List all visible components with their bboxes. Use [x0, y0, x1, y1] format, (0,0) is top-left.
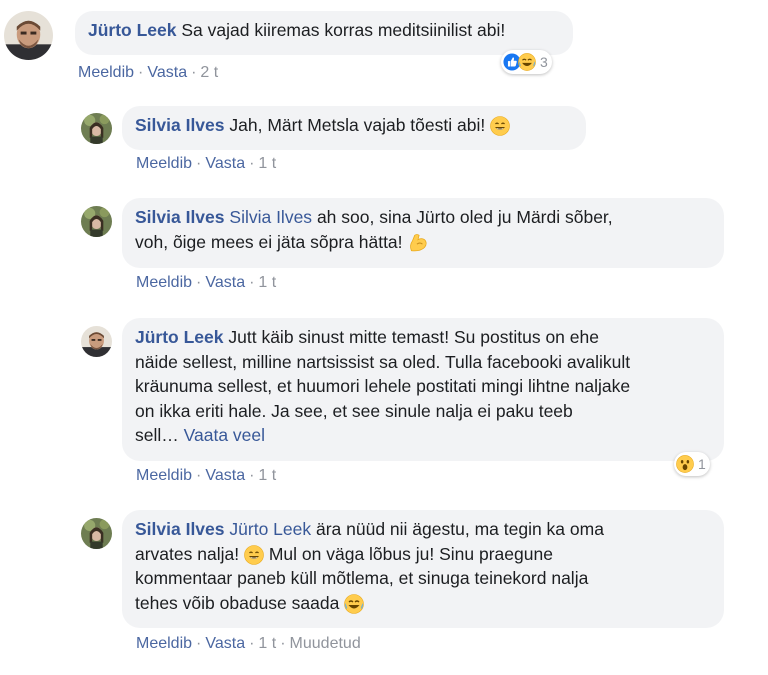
like-button[interactable]: Meeldib: [78, 64, 134, 81]
avatar-jurto-leek[interactable]: [81, 326, 112, 357]
comment-timestamp[interactable]: 1 t: [258, 467, 276, 484]
comment-text: Jutt käib sinust mitte temast! Su postit…: [228, 327, 599, 347]
like-button[interactable]: Meeldib: [136, 635, 192, 652]
laughing-face-icon: [518, 53, 536, 71]
edited-label: Muudetud: [289, 635, 361, 652]
see-more-link[interactable]: Vaata veel: [184, 425, 265, 445]
comment-author[interactable]: Jürto Leek: [135, 327, 224, 347]
comment-text: ah soo, sina Jürto oled ju Märdi sõber,: [316, 207, 613, 227]
comment-bubble: Jürto Leek Sa vajad kiiremas korras medi…: [75, 11, 573, 55]
comment-text: Mul on väga lõbus ju! Sinu praegune: [268, 543, 553, 564]
comment-bubble: Silvia Ilves Jürto Leek ära nüüd nii äge…: [122, 510, 724, 628]
comment-text: kommentaar paneb küll mõtlema, et sinuga…: [135, 568, 589, 588]
avatar-silvia-ilves[interactable]: [81, 206, 112, 237]
comment-text: voh, õige mees ei jäta sõpra hätta!: [135, 231, 403, 252]
mention-link[interactable]: Silvia Ilves: [229, 207, 312, 227]
comment-actions: Meeldib · Vasta · 1 t: [136, 467, 277, 484]
reaction-count: 3: [540, 54, 548, 70]
surprised-face-icon: [676, 455, 694, 473]
tears-of-joy-icon: [344, 594, 364, 614]
reply-button[interactable]: Vasta: [205, 635, 245, 652]
comment-actions: Meeldib · Vasta · 1 t: [136, 274, 277, 291]
avatar-silvia-ilves[interactable]: [81, 518, 112, 549]
reaction-count: 1: [698, 456, 706, 472]
avatar-silvia-ilves[interactable]: [81, 113, 112, 144]
comment-text: tehes võib obaduse saada: [135, 592, 340, 613]
comment-text: Sa vajad kiiremas korras meditsiinilist …: [181, 20, 506, 40]
comment-timestamp[interactable]: 1 t: [258, 635, 276, 652]
reaction-summary[interactable]: 1: [674, 452, 710, 476]
comment-timestamp[interactable]: 1 t: [258, 155, 276, 172]
comment-actions: Meeldib · Vasta · 1 t: [136, 155, 277, 172]
comment-text: kräunuma sellest, et huumori lehele post…: [135, 376, 631, 396]
smiling-face-icon: [490, 116, 510, 136]
comment-bubble: Silvia Ilves Silvia Ilves ah soo, sina J…: [122, 198, 724, 268]
comment-bubble: Silvia Ilves Jah, Märt Metsla vajab tões…: [122, 106, 586, 150]
mention-link[interactable]: Jürto Leek: [229, 519, 311, 539]
reaction-summary[interactable]: 3: [501, 50, 552, 74]
comment-author[interactable]: Silvia Ilves: [135, 115, 225, 135]
avatar-jurto-leek[interactable]: [4, 11, 53, 60]
comment-actions: Meeldib · Vasta · 2 t: [78, 64, 219, 81]
comment-text: Jah, Märt Metsla vajab tõesti abi!: [229, 115, 486, 135]
smiling-face-icon: [244, 545, 264, 565]
comment-author[interactable]: Jürto Leek: [88, 20, 177, 40]
comment-bubble: Jürto Leek Jutt käib sinust mitte temast…: [122, 318, 724, 461]
comment-author[interactable]: Silvia Ilves: [135, 519, 225, 539]
comment-author[interactable]: Silvia Ilves: [135, 207, 225, 227]
comment-timestamp[interactable]: 2 t: [200, 64, 218, 81]
comment-actions: Meeldib · Vasta · 1 t · Muudetud: [136, 635, 361, 652]
like-button[interactable]: Meeldib: [136, 274, 192, 291]
reply-button[interactable]: Vasta: [147, 64, 187, 81]
comment-text: arvates nalja!: [135, 543, 240, 564]
comment-text: näide sellest, milline nartsissist sa ol…: [135, 351, 631, 372]
like-button[interactable]: Meeldib: [136, 155, 192, 172]
comment-timestamp[interactable]: 1 t: [258, 274, 276, 291]
comment-text: ära nüüd nii ägestu, ma tegin ka oma: [315, 519, 604, 539]
flexed-biceps-icon: [407, 232, 429, 254]
reply-button[interactable]: Vasta: [205, 274, 245, 291]
comment-text: on ikka eriti hale. Ja see, et see sinul…: [135, 400, 573, 421]
like-button[interactable]: Meeldib: [136, 467, 192, 484]
comment-text: sell…: [135, 425, 179, 445]
reply-button[interactable]: Vasta: [205, 155, 245, 172]
reply-button[interactable]: Vasta: [205, 467, 245, 484]
